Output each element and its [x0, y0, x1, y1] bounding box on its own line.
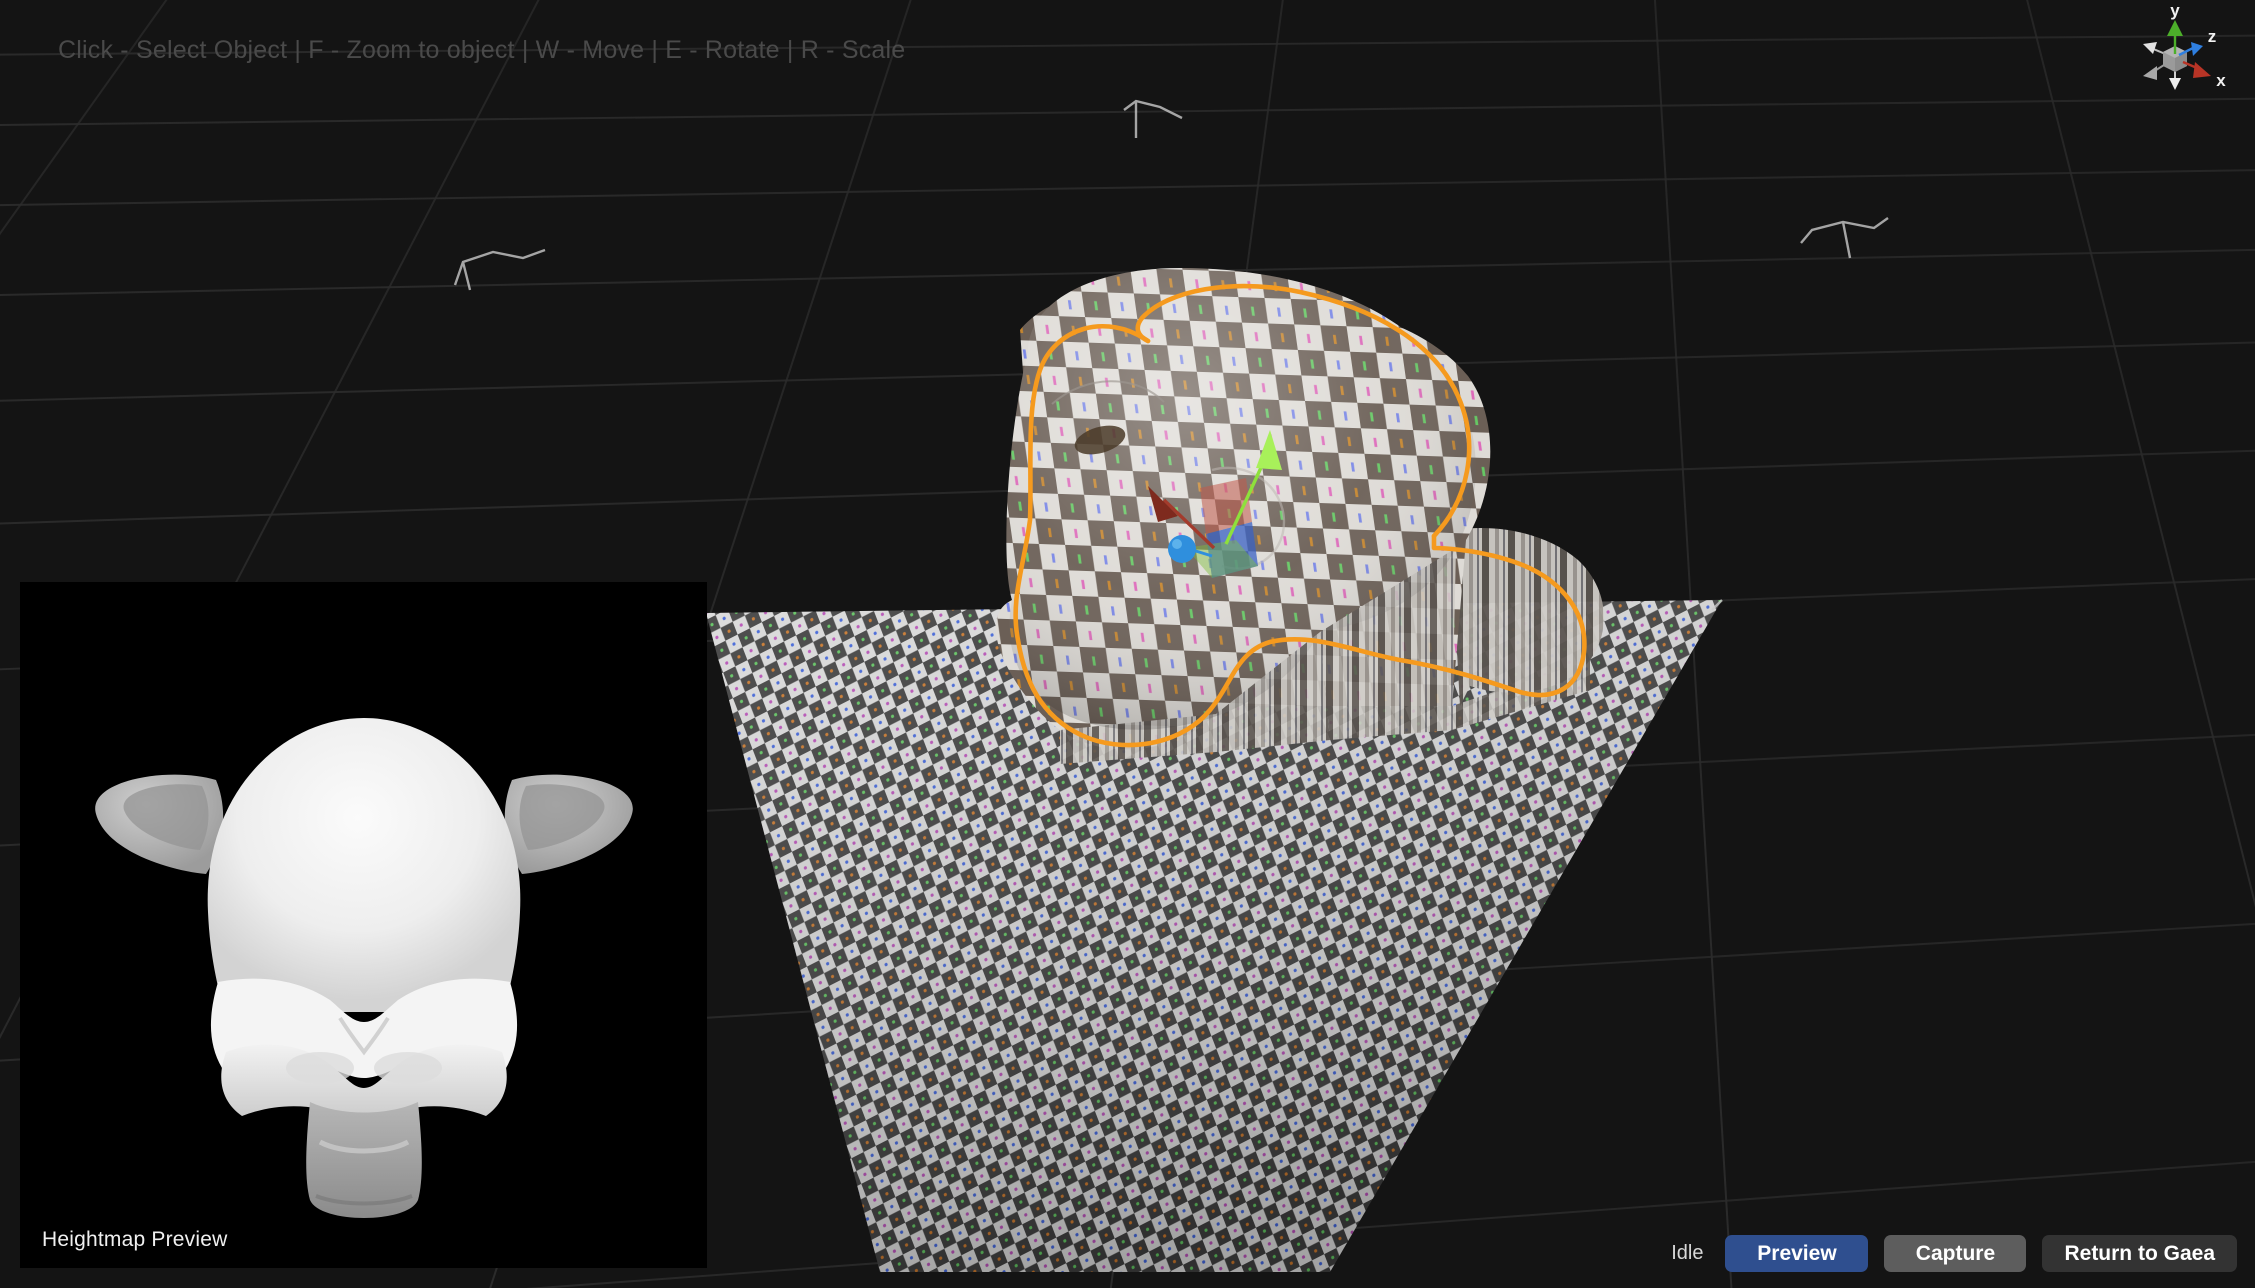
heightmap-preview-image [20, 582, 707, 1268]
app-root: Click - Select Object | F - Zoom to obje… [0, 0, 2255, 1288]
axis-x: x [2182, 60, 2226, 90]
return-to-gaea-button[interactable]: Return to Gaea [2042, 1235, 2237, 1272]
svg-text:z: z [2208, 27, 2217, 46]
svg-text:y: y [2170, 6, 2180, 20]
heightmap-preview-panel[interactable]: Heightmap Preview [20, 582, 707, 1268]
preview-button[interactable]: Preview [1725, 1235, 1869, 1272]
capture-button[interactable]: Capture [1884, 1235, 2027, 1272]
axis-z: z [2178, 27, 2217, 57]
svg-text:x: x [2216, 71, 2226, 90]
axis-orientation-gizmo[interactable]: y z x [2115, 6, 2235, 106]
heightmap-preview-label: Heightmap Preview [42, 1228, 228, 1251]
viewport-hint-text: Click - Select Object | F - Zoom to obje… [58, 36, 906, 64]
status-text: Idle [1671, 1242, 1704, 1264]
bottom-toolbar: Idle Preview Capture Return to Gaea [1671, 1235, 2237, 1272]
axis-y: y [2167, 6, 2183, 54]
